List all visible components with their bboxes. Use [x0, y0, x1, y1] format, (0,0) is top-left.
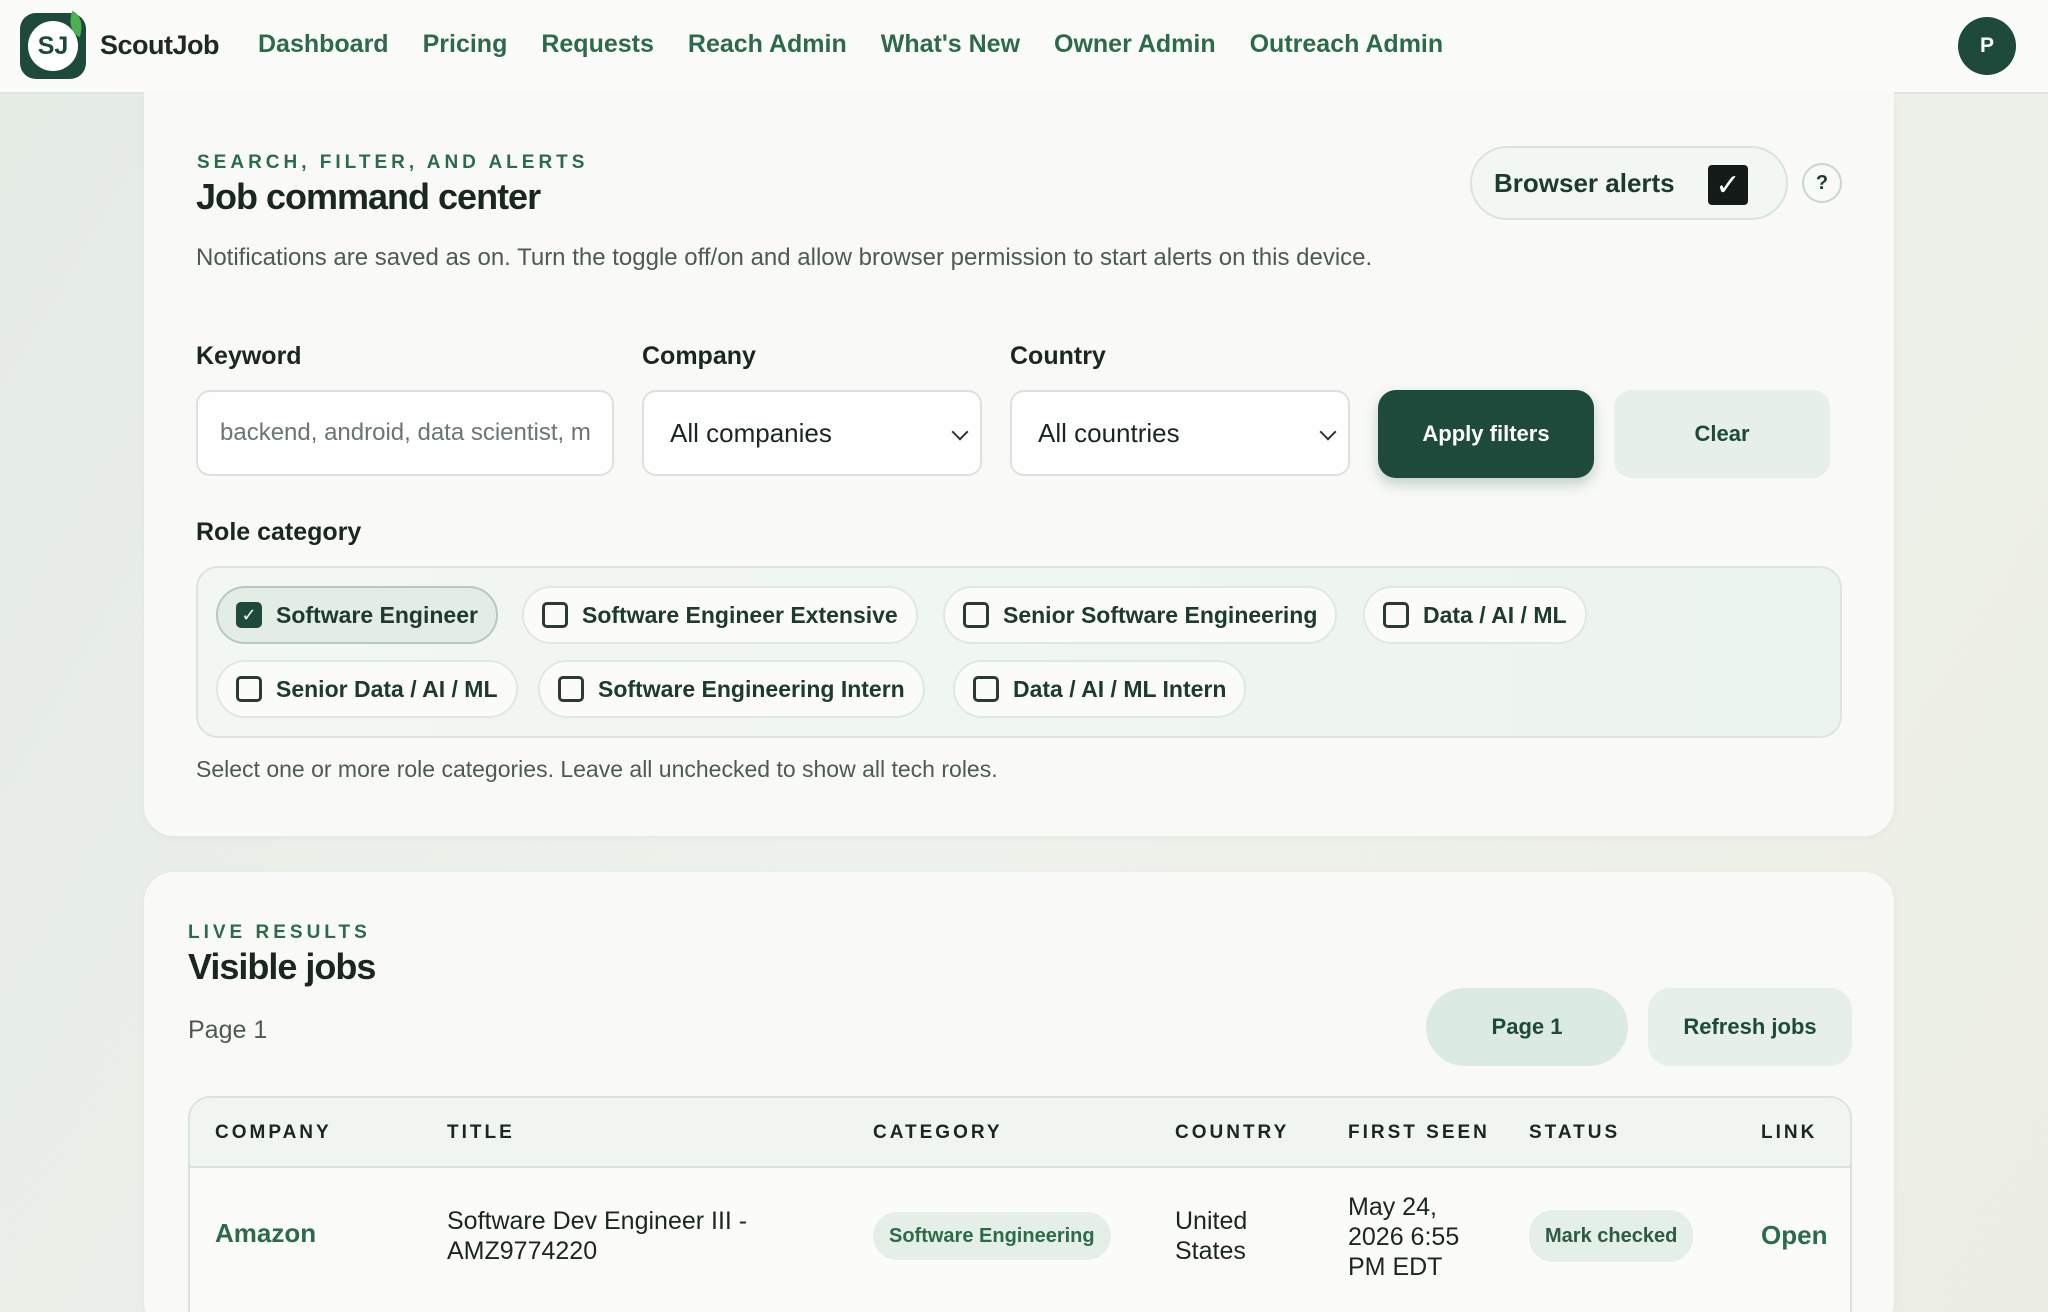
country-select-value: All countries	[1038, 417, 1180, 448]
top-nav: SJ ScoutJob Dashboard Pricing Requests R…	[0, 0, 2048, 94]
cell-title-line1: Software Dev Engineer III -	[447, 1207, 748, 1235]
browser-alerts-label: Browser alerts	[1494, 167, 1675, 198]
role-chip-software-engineer-extensive[interactable]: Software Engineer Extensive	[522, 586, 918, 644]
checkbox-icon[interactable]	[1383, 602, 1409, 628]
logo-mark: SJ	[28, 10, 88, 71]
col-link[interactable]: LINK	[1761, 1122, 1817, 1144]
role-chip-label: Senior Data / AI / ML	[276, 675, 498, 702]
nav-links: Dashboard Pricing Requests Reach Admin W…	[258, 30, 1477, 59]
nav-link-dashboard[interactable]: Dashboard	[258, 30, 389, 59]
nav-link-pricing[interactable]: Pricing	[423, 30, 508, 59]
checkbox-icon[interactable]	[963, 602, 989, 628]
nav-link-reach-admin[interactable]: Reach Admin	[688, 30, 847, 59]
cell-title-line2: AMZ9774220	[447, 1237, 598, 1265]
category-badge: Software Engineering	[873, 1212, 1111, 1260]
checkbox-icon[interactable]	[236, 676, 262, 702]
role-category-label: Role category	[196, 518, 362, 546]
checkbox-checked-icon[interactable]: ✓	[236, 602, 262, 628]
page-title: Job command center	[196, 176, 541, 217]
country-select[interactable]: All countries	[1010, 390, 1350, 476]
role-chip-data-ai-ml-intern[interactable]: Data / AI / ML Intern	[953, 660, 1247, 718]
nav-link-owner-admin[interactable]: Owner Admin	[1054, 30, 1216, 59]
refresh-jobs-button[interactable]: Refresh jobs	[1648, 988, 1852, 1066]
company-select-value: All companies	[670, 417, 832, 448]
page-indicator: Page 1	[188, 1016, 268, 1044]
cell-company[interactable]: Amazon	[215, 1218, 316, 1248]
role-chip-label: Senior Software Engineering	[1003, 601, 1318, 628]
nav-link-whats-new[interactable]: What's New	[881, 30, 1020, 59]
open-link[interactable]: Open	[1761, 1220, 1827, 1251]
cell-country-line1: United	[1175, 1207, 1248, 1235]
chevron-down-icon	[1319, 423, 1337, 441]
table-header: COMPANY TITLE CATEGORY COUNTRY FIRST SEE…	[190, 1098, 1850, 1168]
cell-country-line2: States	[1175, 1237, 1246, 1265]
clear-button[interactable]: Clear	[1614, 390, 1830, 478]
nav-link-requests[interactable]: Requests	[541, 30, 654, 59]
results-eyebrow: LIVE RESULTS	[188, 922, 371, 943]
col-country[interactable]: COUNTRY	[1175, 1122, 1289, 1144]
role-chip-software-engineer[interactable]: ✓ Software Engineer	[216, 586, 498, 644]
role-chip-senior-data-ai-ml[interactable]: Senior Data / AI / ML	[216, 660, 518, 718]
browser-alerts-toggle[interactable]: Browser alerts ✓	[1470, 146, 1788, 220]
nav-link-outreach-admin[interactable]: Outreach Admin	[1250, 30, 1444, 59]
jobs-table: COMPANY TITLE CATEGORY COUNTRY FIRST SEE…	[188, 1096, 1852, 1312]
user-avatar[interactable]: P	[1958, 17, 2016, 75]
notification-notice: Notifications are saved as on. Turn the …	[196, 244, 1373, 271]
role-chip-label: Software Engineering Intern	[598, 675, 905, 702]
role-chip-senior-software-engineering[interactable]: Senior Software Engineering	[943, 586, 1338, 644]
role-hint: Select one or more role categories. Leav…	[196, 756, 998, 782]
help-button[interactable]: ?	[1802, 163, 1842, 203]
keyword-label: Keyword	[196, 342, 302, 370]
cell-first-seen-line2: 2026 6:55	[1348, 1223, 1460, 1251]
cell-first-seen-line3: PM EDT	[1348, 1253, 1443, 1281]
col-category[interactable]: CATEGORY	[873, 1122, 1003, 1144]
role-chip-software-engineering-intern[interactable]: Software Engineering Intern	[538, 660, 925, 718]
role-chip-label: Data / AI / ML	[1423, 601, 1567, 628]
checkbox-icon[interactable]	[542, 602, 568, 628]
page-1-button[interactable]: Page 1	[1426, 988, 1628, 1066]
col-status[interactable]: STATUS	[1529, 1122, 1620, 1144]
role-chip-label: Data / AI / ML Intern	[1013, 675, 1227, 702]
brand-name[interactable]: ScoutJob	[100, 30, 220, 61]
role-chip-label: Software Engineer	[276, 601, 478, 628]
apply-filters-button[interactable]: Apply filters	[1378, 390, 1594, 478]
results-title: Visible jobs	[188, 946, 376, 987]
company-label: Company	[642, 342, 756, 370]
checkbox-icon[interactable]	[973, 676, 999, 702]
col-company[interactable]: COMPANY	[215, 1122, 332, 1144]
logo[interactable]: SJ	[20, 10, 88, 79]
chevron-down-icon	[951, 423, 969, 441]
country-label: Country	[1010, 342, 1106, 370]
col-first-seen[interactable]: FIRST SEEN	[1348, 1122, 1490, 1144]
logo-text: SJ	[37, 31, 69, 60]
col-title[interactable]: TITLE	[447, 1122, 515, 1144]
checkbox-icon[interactable]	[558, 676, 584, 702]
cell-first-seen-line1: May 24,	[1348, 1193, 1437, 1221]
filters-eyebrow: SEARCH, FILTER, AND ALERTS	[197, 152, 589, 173]
role-chip-data-ai-ml[interactable]: Data / AI / ML	[1363, 586, 1587, 644]
keyword-input[interactable]	[196, 390, 614, 476]
checkmark-icon[interactable]: ✓	[1708, 165, 1748, 205]
mark-checked-button[interactable]: Mark checked	[1529, 1210, 1694, 1262]
role-chip-label: Software Engineer Extensive	[582, 601, 898, 628]
company-select[interactable]: All companies	[642, 390, 982, 476]
